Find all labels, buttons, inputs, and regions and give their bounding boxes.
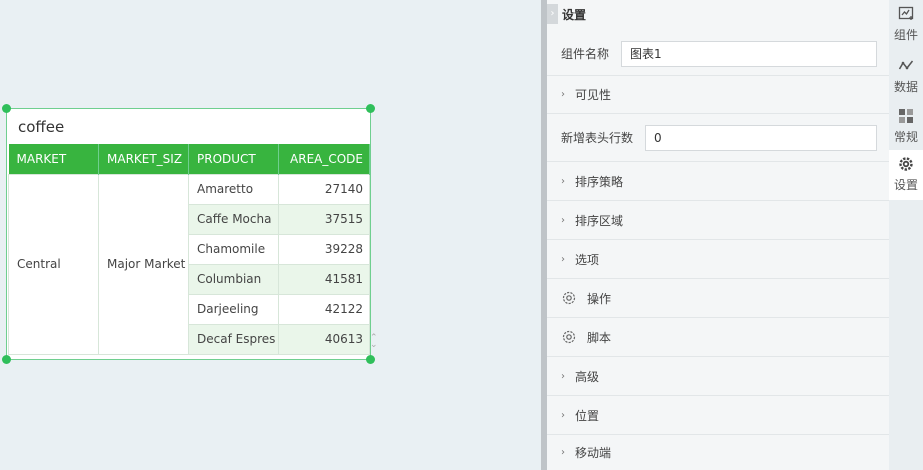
component-name-label: 组件名称 [561, 47, 610, 61]
table-header-row: MARKET MARKET_SIZ PRODUCT AREA_CODE [8, 144, 370, 174]
tab-general[interactable]: 常规 [889, 102, 923, 152]
data-table: MARKET MARKET_SIZ PRODUCT AREA_CODE Cent… [8, 144, 370, 355]
column-header-market[interactable]: MARKET [8, 144, 99, 174]
area-code-cell: 39228 [278, 233, 370, 265]
panel-header: 设置 [562, 8, 587, 22]
table-row: Central Major Market Amaretto 27140 [8, 173, 370, 355]
resize-handle-top-right[interactable] [366, 104, 375, 113]
tab-data-label: 数据 [893, 80, 918, 94]
chevron-right-icon: › [561, 409, 565, 421]
chevron-right-icon: › [550, 8, 555, 19]
chevron-right-icon: › [561, 253, 565, 265]
extra-header-rows-row: 新增表头行数 [547, 114, 889, 162]
product-cell: Darjeeling [188, 293, 279, 325]
section-advanced-label: 高级 [575, 369, 600, 384]
section-script-label: 脚本 [587, 330, 612, 345]
product-cell: Chamomile [188, 233, 279, 265]
section-sort-strategy-label: 排序策略 [575, 174, 624, 189]
collapse-panel-button[interactable]: › [547, 4, 558, 24]
widget-title: coffee [18, 118, 65, 136]
resize-handle-bottom-right[interactable] [366, 355, 375, 364]
scroll-arrows-icon[interactable]: ⌃ ⌄ [370, 334, 378, 350]
product-cell: Caffe Mocha [188, 203, 279, 235]
section-mobile-label: 移动端 [575, 446, 612, 460]
market-cell: Central [8, 173, 99, 355]
chevron-right-icon: › [561, 89, 565, 100]
section-script[interactable]: 脚本 [547, 318, 889, 357]
area-code-cell: 27140 [278, 173, 370, 205]
tab-settings-label: 设置 [893, 178, 918, 192]
section-sort-area-label: 排序区域 [575, 213, 624, 228]
tab-general-label: 常规 [893, 130, 918, 144]
tab-settings[interactable]: 设置 [889, 150, 923, 200]
table-widget[interactable]: coffee MARKET MARKET_SIZ PRODUCT AREA_CO… [6, 108, 371, 360]
extra-header-rows-label: 新增表头行数 [561, 131, 634, 145]
market-size-cell: Major Market [98, 173, 189, 355]
product-cell: Decaf Espres [188, 323, 279, 355]
section-options[interactable]: › 选项 [547, 240, 889, 279]
tab-component-label: 组件 [893, 28, 918, 42]
gear-icon [562, 330, 576, 344]
section-mobile[interactable]: › 移动端 [547, 435, 889, 470]
area-code-cell: 41581 [278, 263, 370, 295]
tab-component[interactable]: 组件 [889, 0, 923, 50]
area-code-cell: 37515 [278, 203, 370, 235]
section-actions-label: 操作 [587, 291, 612, 306]
component-name-input[interactable] [621, 40, 878, 67]
product-cell: Amaretto [188, 173, 279, 205]
settings-panel: 设置 组件名称 › 可见性 新增表头行数 › 排序策略 › 排序区域 › 选项 … [547, 0, 889, 470]
column-header-market-size[interactable]: MARKET_SIZ [98, 144, 189, 174]
tab-data[interactable]: 数据 [889, 52, 923, 102]
section-options-label: 选项 [575, 252, 600, 267]
section-visibility-label: 可见性 [575, 88, 612, 102]
settings-gear-icon [899, 157, 913, 171]
chevron-right-icon: › [561, 214, 565, 226]
general-icon [899, 109, 913, 123]
section-position[interactable]: › 位置 [547, 396, 889, 435]
area-code-cell: 40613 [278, 323, 370, 355]
component-icon [898, 6, 914, 20]
component-name-row: 组件名称 [547, 32, 889, 76]
section-actions[interactable]: 操作 [547, 279, 889, 318]
section-visibility[interactable]: › 可见性 [547, 76, 889, 114]
area-code-cell: 42122 [278, 293, 370, 325]
canvas-area: coffee MARKET MARKET_SIZ PRODUCT AREA_CO… [0, 0, 541, 470]
section-sort-area[interactable]: › 排序区域 [547, 201, 889, 240]
column-header-product[interactable]: PRODUCT [188, 144, 279, 174]
column-header-area-code[interactable]: AREA_CODE [278, 144, 370, 174]
chevron-right-icon: › [561, 370, 565, 382]
right-tab-strip: 组件 数据 常规 设置 [889, 0, 923, 470]
section-position-label: 位置 [575, 408, 600, 423]
chevron-right-icon: › [561, 447, 565, 458]
gear-icon [562, 291, 576, 305]
chevron-right-icon: › [561, 175, 565, 187]
data-icon [898, 60, 914, 70]
resize-handle-bottom-left[interactable] [2, 355, 11, 364]
resize-handle-top-left[interactable] [2, 104, 11, 113]
extra-header-rows-input[interactable] [645, 124, 878, 151]
section-sort-strategy[interactable]: › 排序策略 [547, 162, 889, 201]
section-advanced[interactable]: › 高级 [547, 357, 889, 396]
product-cell: Columbian [188, 263, 279, 295]
